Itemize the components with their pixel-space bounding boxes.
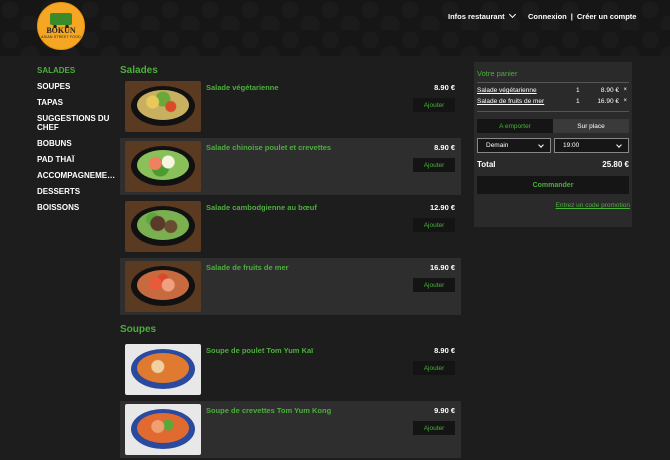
dish-image: [125, 81, 201, 132]
chevron-down-icon: [616, 142, 622, 148]
chevron-down-icon: [538, 142, 544, 148]
sidebar-item-tapas[interactable]: TAPAS: [37, 98, 117, 107]
sidebar-item-boissons[interactable]: BOISSONS: [37, 203, 117, 212]
total-label: Total: [477, 160, 496, 169]
section-title-salades: Salades: [120, 65, 158, 76]
remove-icon[interactable]: ×: [623, 87, 627, 93]
dish-price: 8.90 €: [434, 83, 455, 92]
logo[interactable]: BOKUN ASIAN STREET FOOD: [37, 2, 85, 50]
dish-image: [125, 141, 201, 192]
add-button[interactable]: Ajouter: [413, 218, 455, 232]
cart-item-name[interactable]: Salade de fruits de mer: [477, 98, 544, 105]
dish-name: Salade cambodgienne au bœuf: [206, 203, 317, 212]
menu-item: Salade chinoise poulet et crevettes 8.90…: [120, 138, 461, 195]
food-truck-icon: [50, 13, 72, 28]
menu-item: Soupe de poulet Tom Yum Kaï 8.90 € Ajout…: [120, 341, 461, 398]
day-select-value: Demain: [486, 142, 509, 149]
account-links: Connexion | Créer un compte: [528, 12, 636, 21]
divider: [477, 111, 629, 112]
time-select[interactable]: 19:00: [554, 138, 629, 153]
cart-row: Salade végétarienne 1 8.90 € ×: [477, 87, 627, 96]
dish-price: 8.90 €: [434, 143, 455, 152]
day-select[interactable]: Demain: [477, 138, 551, 153]
login-link[interactable]: Connexion: [528, 12, 567, 21]
tab-takeaway[interactable]: A emporter: [477, 119, 553, 133]
dish-name: Salade chinoise poulet et crevettes: [206, 143, 332, 152]
dish-image: [125, 344, 201, 395]
order-button[interactable]: Commander: [477, 176, 629, 194]
dish-name: Soupe de poulet Tom Yum Kaï: [206, 346, 314, 355]
sidebar-item-desserts[interactable]: DESSERTS: [37, 187, 117, 196]
add-button[interactable]: Ajouter: [413, 158, 455, 172]
cart-item-qty: 1: [576, 98, 580, 105]
dish-image: [125, 201, 201, 252]
add-button[interactable]: Ajouter: [413, 361, 455, 375]
section-title-soupes: Soupes: [120, 324, 157, 335]
sidebar-item-suggestions[interactable]: SUGGESTIONS DU CHEF: [37, 114, 117, 132]
dish-price: 9.90 €: [434, 406, 455, 415]
tab-onsite[interactable]: Sur place: [553, 119, 629, 133]
cart-item-price: 8.90 €: [600, 87, 619, 94]
sidebar-item-bobuns[interactable]: BOBUNS: [37, 139, 117, 148]
cart-item-qty: 1: [576, 87, 580, 94]
sidebar-item-accompagnements[interactable]: ACCOMPAGNEMENTS: [37, 171, 117, 180]
sidebar-item-salades[interactable]: SALADES: [37, 66, 117, 75]
cart-row: Salade de fruits de mer 1 16.90 € ×: [477, 98, 627, 107]
sidebar-item-soupes[interactable]: SOUPES: [37, 82, 117, 91]
cart-item-price: 16.90 €: [597, 98, 619, 105]
cart-panel: Votre panier Salade végétarienne 1 8.90 …: [474, 62, 632, 227]
infos-restaurant-label: Infos restaurant: [448, 12, 505, 21]
remove-icon[interactable]: ×: [623, 98, 627, 104]
total-value: 25.80 €: [602, 160, 629, 169]
cart-title: Votre panier: [477, 69, 518, 78]
chevron-down-icon: [508, 10, 516, 19]
dish-price: 12.90 €: [429, 203, 455, 212]
separator: |: [570, 12, 573, 21]
logo-name: BOKUN: [46, 26, 76, 35]
sidebar-item-pad-thai[interactable]: PAD THAÏ: [37, 155, 117, 164]
header: BOKUN ASIAN STREET FOOD Infos restaurant…: [0, 0, 670, 56]
dish-image: [125, 404, 201, 455]
menu-item: Salade de fruits de mer 16.90 € Ajouter: [120, 258, 461, 315]
dish-image: [125, 261, 201, 312]
cart-item-name[interactable]: Salade végétarienne: [477, 87, 537, 94]
menu-item: Soupe de crevettes Tom Yum Kong 9.90 € A…: [120, 401, 461, 458]
logo-subtitle: ASIAN STREET FOOD: [41, 35, 81, 39]
menu-item: Salade végétarienne 8.90 € Ajouter: [120, 78, 461, 135]
menu-item: Salade cambodgienne au bœuf 12.90 € Ajou…: [120, 198, 461, 255]
dish-name: Soupe de crevettes Tom Yum Kong: [206, 406, 332, 415]
infos-restaurant-menu[interactable]: Infos restaurant: [448, 10, 516, 21]
add-button[interactable]: Ajouter: [413, 98, 455, 112]
add-button[interactable]: Ajouter: [413, 278, 455, 292]
category-sidebar: SALADES SOUPES TAPAS SUGGESTIONS DU CHEF…: [37, 66, 117, 219]
dish-price: 16.90 €: [429, 263, 455, 272]
add-button[interactable]: Ajouter: [413, 421, 455, 435]
dish-name: Salade végétarienne: [206, 83, 279, 92]
dish-price: 8.90 €: [434, 346, 455, 355]
signup-link[interactable]: Créer un compte: [577, 12, 637, 21]
dish-name: Salade de fruits de mer: [206, 263, 289, 272]
promo-code-link[interactable]: Entrez un code promotion: [556, 202, 630, 209]
time-select-value: 19:00: [563, 142, 580, 149]
divider: [477, 82, 629, 83]
